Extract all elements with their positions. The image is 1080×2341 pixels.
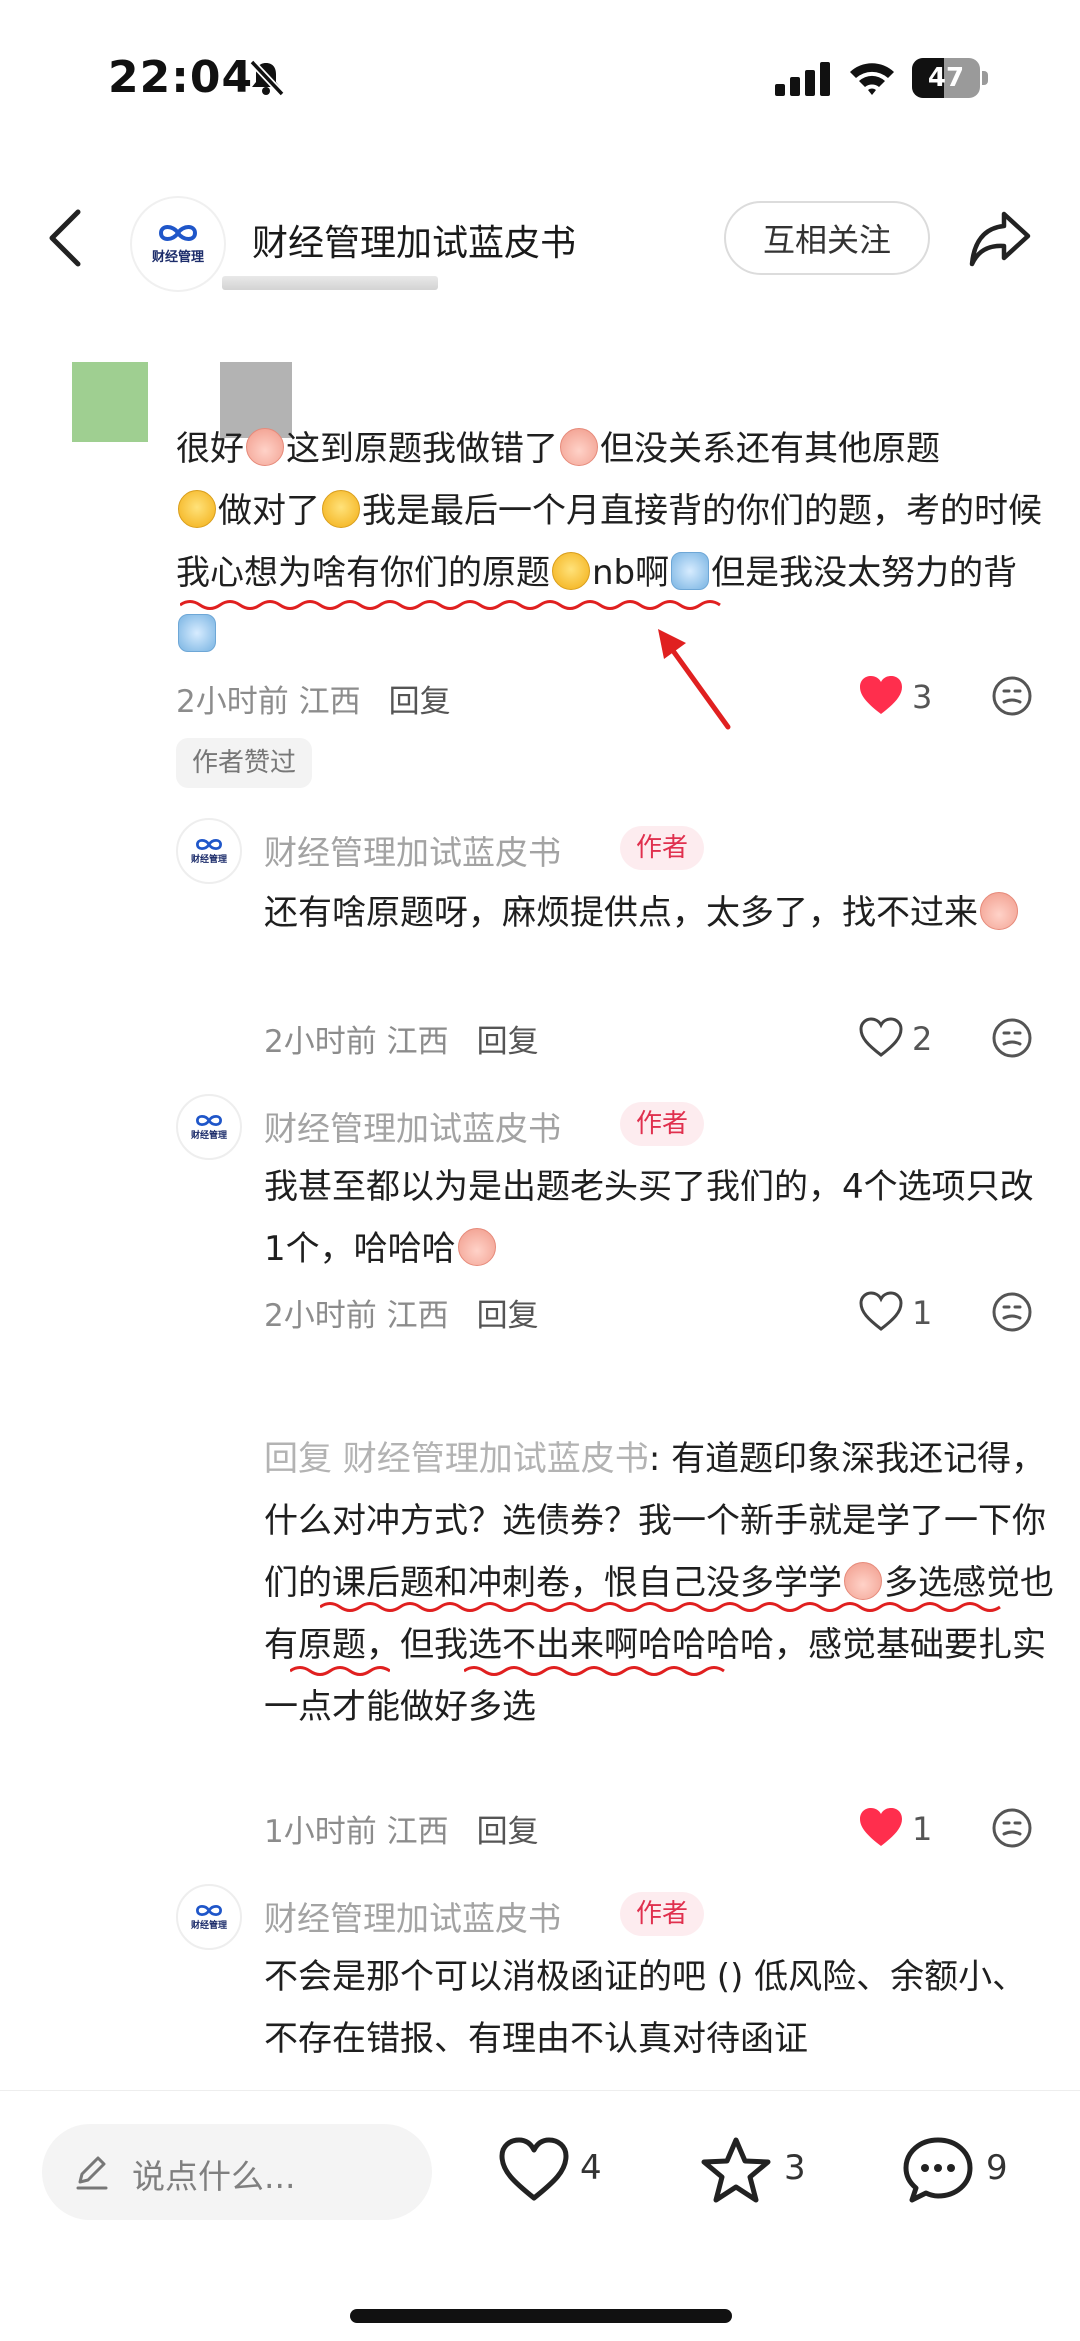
like-total: 4 [580,2148,602,2188]
share-icon[interactable] [968,208,1032,268]
like-count: 3 [912,678,933,716]
reply-text: 我甚至都以为是出题老头买了我们的，4个选项只改1个，哈哈哈 [264,1167,1034,1269]
more-options-icon[interactable] [990,674,1034,718]
home-indicator [350,2309,732,2323]
commenter-avatar-redacted[interactable] [72,362,148,442]
comment-input[interactable]: 说点什么... [42,2124,432,2220]
heart-filled-icon[interactable] [858,1806,904,1848]
infinity-logo-icon [158,225,198,241]
reply-to-text: 回复 财经管理加试蓝皮书: 有道题印象深我还记得，什么对冲方式？选债券？我一个新… [264,1439,1054,1727]
laughing-crying-emoji-icon [552,552,590,590]
reply-author-name[interactable]: 财经管理加试蓝皮书 [264,1892,561,1940]
reply-avatar[interactable]: 财经管理 [176,1094,242,1160]
worried-face-emoji-icon [178,490,216,528]
heart-outline-icon[interactable] [858,1290,904,1332]
avatar-text: 财经管理 [151,250,204,265]
reply-reference[interactable]: 回复 财经管理加试蓝皮书 [264,1439,649,1479]
reply-meta: 1小时前 江西 回复 [264,1814,539,1850]
author-badge: 作者 [620,1892,705,1936]
pencil-icon [76,2156,108,2190]
author-badge: 作者 [620,826,705,870]
red-underline-annotation [464,1666,725,1676]
follow-button[interactable]: 互相关注 [724,201,930,275]
reply-text: 还有啥原题呀，麻烦提供点，太多了，找不过来 [264,882,1054,944]
reply-avatar[interactable]: 财经管理 [176,1884,242,1950]
star-total: 3 [784,2148,806,2188]
account-avatar[interactable]: 财经管理 [130,196,226,292]
more-options-icon[interactable] [990,1806,1034,1850]
reply-button[interactable]: 回复 [477,1298,539,1334]
more-options-icon[interactable] [990,1016,1034,1060]
reply-button[interactable]: 回复 [389,684,451,720]
reply-meta: 2小时前 江西 回复 [264,1024,539,1060]
top-comment-text: 很好 这到原题我做错了 但没关系还有其他原题 做对了 我是最后一个月直接背的你们的题，考… [176,418,1056,666]
top-comment-meta: 2小时前 江西 回复 [176,684,451,720]
red-arrow-annotation [658,629,731,730]
more-options-icon[interactable] [990,1290,1034,1334]
reply-author-name[interactable]: 财经管理加试蓝皮书 [264,1102,561,1150]
peach-emoji-icon [246,428,284,466]
star-icon[interactable] [700,2136,772,2204]
author-liked-tag: 作者赞过 [176,738,313,788]
heart-outline-icon[interactable] [858,1016,904,1058]
peach-emoji-icon [980,892,1018,930]
like-count: 2 [912,1020,933,1058]
reply-button[interactable]: 回复 [477,1814,539,1850]
wifi-icon [850,63,894,95]
infinity-logo-icon [196,839,222,850]
peach-emoji-icon [560,428,598,466]
crying-peach-emoji-icon [844,1562,882,1600]
status-time: 22:04 [108,52,254,103]
crying-emoji-icon [178,614,216,652]
cellular-signal-icon [775,62,830,96]
like-count: 1 [912,1294,933,1332]
infinity-logo-icon [196,1905,222,1916]
account-name[interactable]: 财经管理加试蓝皮书 [252,214,576,266]
author-badge: 作者 [620,1102,705,1146]
reply-button[interactable]: 回复 [477,1024,539,1060]
bell-muted-icon [249,59,285,97]
comment-total: 9 [986,2148,1008,2188]
red-underline-annotation [290,1666,390,1676]
battery-icon: 47 [912,58,988,98]
back-arrow-icon[interactable] [44,206,88,270]
infinity-logo-icon [196,1115,222,1126]
like-heart-icon[interactable] [498,2136,570,2204]
reply-text: 不会是那个可以消极函证的吧 () 低风险、余额小、不存在错报、有理由不认真对待函… [264,1957,1027,2059]
red-underline-annotation [320,1602,1001,1612]
laughing-crying-emoji-icon [322,490,360,528]
reply-meta: 2小时前 江西 回复 [264,1298,539,1334]
crying-peach-emoji-icon [457,1228,496,1266]
redacted-bar [222,276,438,290]
crying-emoji-icon [671,552,710,590]
comment-bubble-icon[interactable] [902,2136,974,2204]
red-underline-annotation [180,600,721,610]
like-count: 1 [912,1810,933,1848]
reply-avatar[interactable]: 财经管理 [176,818,242,884]
comment-input-placeholder: 说点什么... [132,2157,296,2196]
heart-filled-icon[interactable] [858,674,904,716]
reply-author-name[interactable]: 财经管理加试蓝皮书 [264,826,561,874]
battery-level: 47 [927,63,965,93]
